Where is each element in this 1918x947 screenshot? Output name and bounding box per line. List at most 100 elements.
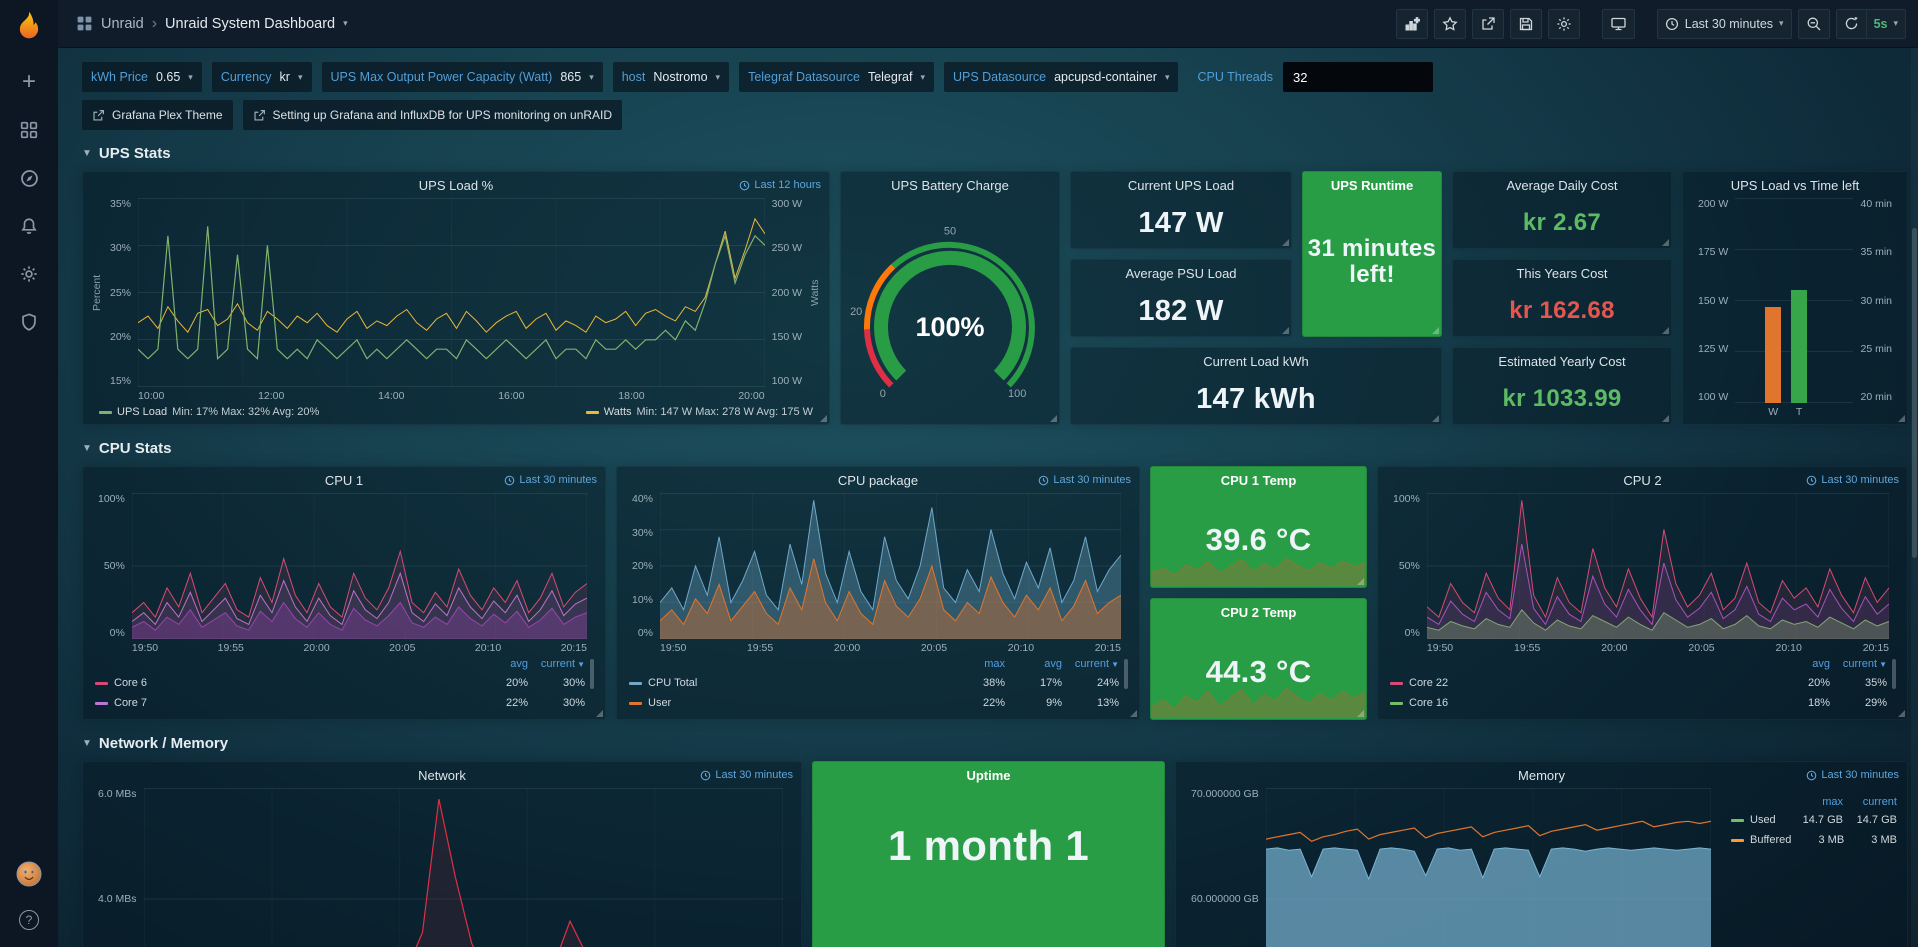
legend-header[interactable]: avg	[1773, 658, 1830, 670]
panel-ups-battery-charge: UPS Battery Charge 02050100100%	[840, 171, 1060, 425]
panel-cpu2: CPU 2 Last 30 minutes 100%50%0% 19:5019:…	[1377, 466, 1908, 720]
legend-stats: Min: 147 W Max: 278 W Avg: 175 W	[637, 406, 813, 418]
refresh-interval-button[interactable]: 5s ▾	[1867, 9, 1906, 39]
star-button[interactable]	[1434, 9, 1466, 39]
panel-title[interactable]: CPU 1 Temp	[1221, 473, 1297, 488]
panel-title[interactable]: UPS Load vs Time left	[1731, 178, 1860, 193]
create-plus-icon[interactable]: +	[16, 69, 42, 95]
legend-header[interactable]: avg	[471, 658, 528, 670]
chart-plot[interactable]	[138, 198, 765, 387]
panel-title[interactable]: UPS Battery Charge	[891, 178, 1009, 193]
panel-title[interactable]: CPU 2	[1623, 473, 1661, 488]
zoom-out-button[interactable]	[1798, 9, 1830, 39]
panel-title[interactable]: Current Load kWh	[1203, 354, 1309, 369]
variable-host[interactable]: host Nostromo ▾	[613, 62, 729, 92]
variable-ups-datasource[interactable]: UPS Datasource apcupsd-container ▾	[944, 62, 1179, 92]
chart-plot[interactable]	[1266, 788, 1711, 947]
stat-value: 44.3 °C	[1151, 625, 1366, 719]
variable-telegraf-datasource[interactable]: Telegraf Datasource Telegraf ▾	[739, 62, 934, 92]
legend-scrollbar[interactable]	[590, 659, 594, 689]
chart-plot[interactable]	[1427, 493, 1889, 639]
variable-value[interactable]: Nostromo	[653, 70, 707, 84]
save-button[interactable]	[1510, 9, 1542, 39]
panel-title[interactable]: Average PSU Load	[1125, 266, 1236, 281]
variable-currency[interactable]: Currency kr ▾	[212, 62, 312, 92]
panel-title[interactable]: Uptime	[966, 768, 1010, 783]
panel-title[interactable]: CPU package	[838, 473, 918, 488]
axis-tick: 19:55	[218, 642, 244, 654]
panel-title[interactable]: This Years Cost	[1516, 266, 1607, 281]
variable-value[interactable]: apcupsd-container	[1054, 70, 1157, 84]
link-ups-monitoring-guide[interactable]: Setting up Grafana and InfluxDB for UPS …	[243, 100, 623, 130]
panel-title[interactable]: Network	[418, 768, 466, 783]
legend-header[interactable]: current▼	[1830, 658, 1887, 670]
legend-series[interactable]: Core 7	[95, 697, 471, 709]
legend-header[interactable]: current▼	[528, 658, 585, 670]
breadcrumb-folder[interactable]: Unraid	[101, 16, 144, 32]
legend-header[interactable]: current	[1843, 796, 1897, 808]
legend-value: 30%	[528, 677, 585, 689]
explore-compass-icon[interactable]	[16, 165, 42, 191]
battery-gauge: 02050100100%	[849, 198, 1051, 420]
refresh-button[interactable]	[1836, 9, 1867, 39]
row-header-cpu-stats[interactable]: ▼ CPU Stats	[82, 440, 171, 457]
panel-title[interactable]: CPU 2 Temp	[1221, 605, 1297, 620]
chart-plot[interactable]	[132, 493, 587, 639]
panel-title[interactable]: UPS Runtime	[1331, 178, 1413, 193]
configuration-gear-icon[interactable]	[16, 261, 42, 287]
legend-series[interactable]: User	[629, 697, 948, 709]
legend-header[interactable]: max	[948, 658, 1005, 670]
legend-series[interactable]: Core 22	[1390, 677, 1773, 689]
row-header-network-memory[interactable]: ▼ Network / Memory	[82, 735, 228, 752]
link-grafana-plex-theme[interactable]: Grafana Plex Theme	[82, 100, 233, 130]
legend-series-watts[interactable]: Watts Min: 147 W Max: 278 W Avg: 175 W	[586, 406, 813, 418]
legend-header[interactable]: avg	[1005, 658, 1062, 670]
chevron-down-icon: ▾	[1165, 72, 1170, 83]
variable-ups-max-watt[interactable]: UPS Max Output Power Capacity (Watt) 865…	[322, 62, 603, 92]
axis-tick: 100%	[1393, 493, 1420, 505]
variable-kwh-price[interactable]: kWh Price 0.65 ▾	[82, 62, 202, 92]
legend-row: Core 7 22% 30%	[95, 693, 585, 713]
time-picker-button[interactable]: Last 30 minutes ▾	[1657, 9, 1792, 39]
cpu-threads-input[interactable]	[1283, 62, 1433, 92]
chart-plot[interactable]	[144, 788, 783, 947]
add-panel-button[interactable]	[1396, 9, 1428, 39]
legend-series[interactable]: CPU Total	[629, 677, 948, 689]
legend-series[interactable]: Core 6	[95, 677, 471, 689]
cycle-view-button[interactable]	[1602, 9, 1635, 39]
axis-tick: 35%	[110, 198, 131, 210]
page-scrollbar[interactable]	[1912, 228, 1917, 558]
alerting-bell-icon[interactable]	[16, 213, 42, 239]
variable-value[interactable]: 865	[560, 70, 581, 84]
legend-series[interactable]: Core 16	[1390, 697, 1773, 709]
help-icon[interactable]: ?	[16, 907, 42, 933]
panel-title[interactable]: UPS Load %	[419, 178, 493, 193]
panel-memory: Memory Last 30 minutes 70.000000 GB60.00…	[1175, 761, 1908, 947]
grafana-logo[interactable]	[12, 9, 46, 43]
admin-shield-icon[interactable]	[16, 309, 42, 335]
legend-series-ups-load[interactable]: UPS Load Min: 17% Max: 32% Avg: 20%	[99, 406, 319, 418]
variable-value[interactable]: Telegraf	[868, 70, 912, 84]
user-avatar[interactable]	[16, 861, 42, 887]
legend-scrollbar[interactable]	[1892, 659, 1896, 689]
dashboard-settings-button[interactable]	[1548, 9, 1580, 39]
dashboards-icon[interactable]	[16, 117, 42, 143]
legend-header[interactable]: max	[1789, 796, 1843, 808]
row-header-ups-stats[interactable]: ▼ UPS Stats	[82, 145, 171, 162]
variable-value[interactable]: 0.65	[156, 70, 180, 84]
breadcrumb-dashboard[interactable]: Unraid System Dashboard	[165, 16, 335, 32]
star-icon	[1442, 16, 1458, 32]
panel-title[interactable]: Average Daily Cost	[1506, 178, 1617, 193]
panel-title[interactable]: Estimated Yearly Cost	[1498, 354, 1625, 369]
chart-plot[interactable]	[660, 493, 1121, 639]
panel-title[interactable]: CPU 1	[325, 473, 363, 488]
chevron-down-icon[interactable]: ▾	[343, 18, 348, 29]
panel-title[interactable]: Current UPS Load	[1128, 178, 1234, 193]
legend-series[interactable]: Used	[1731, 814, 1789, 826]
legend-scrollbar[interactable]	[1124, 659, 1128, 689]
variable-value[interactable]: kr	[280, 70, 290, 84]
legend-series[interactable]: Buffered	[1731, 834, 1791, 846]
share-button[interactable]	[1472, 9, 1504, 39]
legend-header[interactable]: current▼	[1062, 658, 1119, 670]
panel-title[interactable]: Memory	[1518, 768, 1565, 783]
